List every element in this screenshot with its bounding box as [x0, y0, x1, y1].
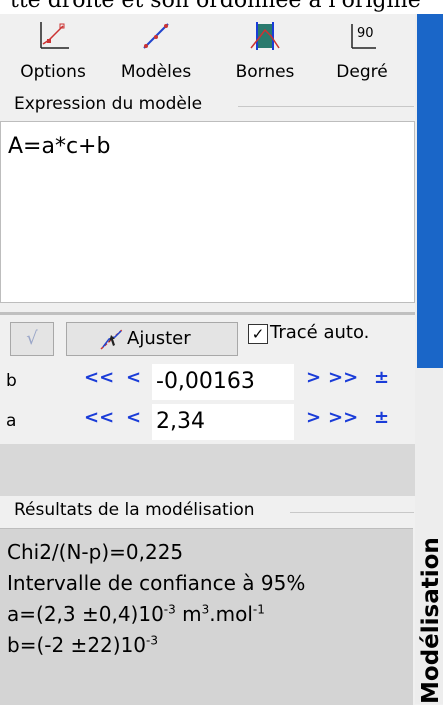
- expression-group-title: Expression du modèle: [14, 94, 203, 114]
- options-label: Options: [20, 62, 86, 82]
- result-a-unit2: .mol: [209, 602, 253, 626]
- expression-text: A=a*c+b: [8, 134, 111, 159]
- modelisation-panel: Options Modèles Bornes 90 Degré Expressi…: [0, 14, 415, 705]
- side-tab-bar: Modélisation: [415, 14, 443, 704]
- param-value-b[interactable]: -0,00163: [152, 364, 294, 400]
- trace-auto-checkbox[interactable]: ✓: [248, 324, 268, 344]
- ajuster-button[interactable]: Ajuster: [66, 322, 238, 356]
- fwd-button[interactable]: >: [306, 367, 321, 397]
- tab-modelisation[interactable]: Modélisation: [418, 304, 443, 704]
- modeles-label: Modèles: [120, 62, 192, 82]
- fast-fwd-button[interactable]: >>: [328, 407, 358, 437]
- group-divider: [238, 106, 414, 107]
- back-button[interactable]: <: [126, 407, 141, 437]
- expression-input[interactable]: A=a*c+b: [0, 121, 415, 303]
- trace-auto-label: Tracé auto.: [270, 322, 370, 343]
- fit-toolbar: √ Ajuster ✓ Tracé auto.: [0, 318, 415, 360]
- result-b-exp: -3: [146, 633, 158, 648]
- splitter[interactable]: [0, 312, 415, 315]
- fast-fwd-button[interactable]: >>: [328, 367, 358, 397]
- result-chi2: Chi2/(N-p)=0,225: [7, 540, 184, 564]
- result-a: a=(2,3 ±0,4)10-3 m3.mol-1: [0, 599, 413, 630]
- model-line-icon: [143, 23, 169, 49]
- results-group-title: Résultats de la modélisation: [14, 500, 255, 520]
- options-chart-icon: [40, 22, 69, 49]
- plusminus-button[interactable]: ±: [374, 367, 389, 397]
- empty-params-area: [0, 444, 415, 496]
- result-b-base: b=(-2 ±22)10: [7, 633, 147, 657]
- group-divider: [290, 512, 414, 513]
- plusminus-button[interactable]: ±: [374, 407, 389, 437]
- result-a-unit1: m: [175, 602, 202, 626]
- degre-label: Degré: [336, 62, 388, 82]
- result-a-base: a=(2,3 ±0,4)10: [7, 602, 164, 626]
- fast-back-button[interactable]: <<: [84, 407, 114, 437]
- back-button[interactable]: <: [126, 367, 141, 397]
- document-text: tte droite et son ordonnée à l'origine: [10, 0, 421, 13]
- fwd-button[interactable]: >: [306, 407, 321, 437]
- degree-90-icon-text: 90: [357, 26, 374, 41]
- result-interval: Intervalle de confiance à 95%: [7, 571, 306, 595]
- bornes-label: Bornes: [235, 62, 295, 82]
- document-text-strip: tte droite et son ordonnée à l'origine: [0, 0, 443, 14]
- degre-button[interactable]: 90 Degré: [312, 14, 412, 92]
- options-button[interactable]: Options: [3, 14, 103, 92]
- result-a-exp: -3: [163, 602, 176, 617]
- bounds-bars-icon: [250, 22, 280, 50]
- degree-90-icon: 90: [351, 24, 376, 49]
- param-value-a[interactable]: 2,34: [152, 404, 294, 440]
- results-box: Chi2/(N-p)=0,225 Intervalle de confiance…: [0, 528, 413, 705]
- modeles-button[interactable]: Modèles: [106, 14, 206, 92]
- result-a-unit-exp2: -1: [252, 602, 265, 617]
- param-name-b: b: [6, 371, 17, 391]
- param-row-b: b << < -0,00163 > >> ±: [0, 363, 415, 401]
- param-name-a: a: [6, 411, 17, 431]
- check-icon: √: [26, 328, 38, 349]
- fit-curve-icon: [100, 328, 124, 350]
- result-b: b=(-2 ±22)10-3: [0, 630, 413, 661]
- param-row-a: a << < 2,34 > >> ±: [0, 403, 415, 441]
- validate-button[interactable]: √: [10, 322, 54, 356]
- bornes-button[interactable]: Bornes: [215, 14, 315, 92]
- toolbar: Options Modèles Bornes 90 Degré: [0, 14, 415, 92]
- fast-back-button[interactable]: <<: [84, 367, 114, 397]
- ajuster-label: Ajuster: [127, 328, 191, 349]
